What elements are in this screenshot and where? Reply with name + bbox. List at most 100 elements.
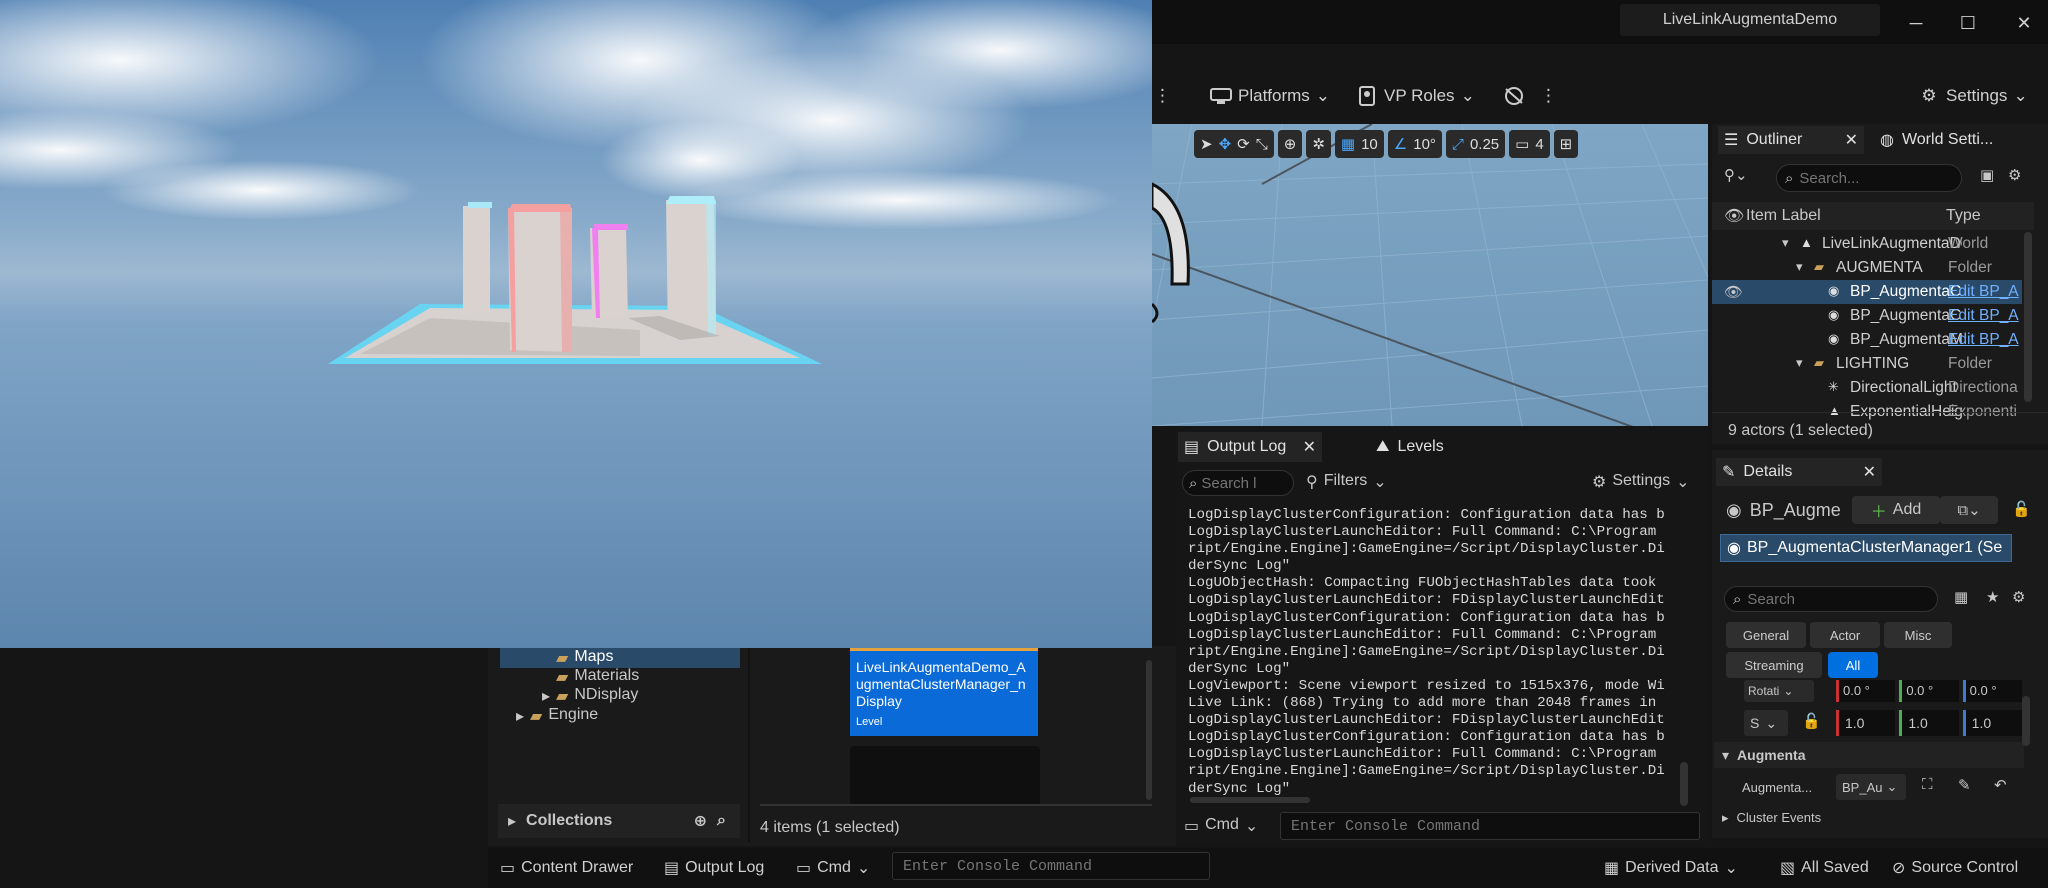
content-vscrollbar[interactable]	[1146, 660, 1152, 800]
rotation-dropdown[interactable]: Rotati ⌄	[1744, 680, 1814, 702]
outliner-row[interactable]: ◉ BP_AugmentaCl Edit BP_A	[1712, 304, 2022, 328]
eye-icon[interactable]: 👁	[1724, 206, 1744, 226]
close-icon[interactable]: ✕	[1863, 462, 1876, 482]
close-icon[interactable]: ✕	[1303, 437, 1316, 457]
content-hscrollbar[interactable]	[760, 804, 1152, 806]
scale-icon[interactable]: ⤡	[1256, 136, 1268, 153]
log-console-input[interactable]	[1280, 812, 1700, 840]
outliner-search[interactable]: ⌕	[1776, 164, 1962, 192]
outliner-row-type[interactable]: Edit BP_A	[1948, 331, 2022, 349]
outliner-search-input[interactable]	[1799, 169, 1930, 187]
content-drawer-button[interactable]: ▭ Content Drawer	[500, 854, 633, 882]
add-collection-icon[interactable]: ⊕	[694, 811, 707, 831]
surface-snap-icon[interactable]: ✲	[1306, 130, 1331, 158]
filter-all[interactable]: All	[1828, 652, 1878, 678]
augmenta-section-header[interactable]: ▾ Augmenta	[1714, 742, 2024, 768]
add-folder-icon[interactable]: ▣	[1980, 166, 1994, 184]
camera-speed-button[interactable]: ▭ 4	[1509, 130, 1550, 158]
close-icon[interactable]: ✕	[2004, 6, 2044, 40]
details-search-input[interactable]	[1747, 590, 1908, 608]
cluster-events-row[interactable]: ▸ Cluster Events	[1722, 810, 1821, 826]
log-vscrollbar[interactable]	[1680, 762, 1688, 806]
outliner-row-type[interactable]: Edit BP_A	[1948, 283, 2022, 301]
log-settings-button[interactable]: ⚙ Settings ⌄	[1592, 472, 1690, 492]
rotation-z[interactable]: 0.0 °	[1962, 680, 2022, 702]
tab-world-settings[interactable]: ◍ World Setti...	[1880, 126, 1993, 154]
add-component-button[interactable]: ＋ Add	[1852, 496, 1940, 524]
tree-item-maps[interactable]: ▰ Maps	[556, 648, 613, 668]
more-options-icon[interactable]: ⋮	[1540, 80, 1557, 112]
output-log-button[interactable]: ▤ Output Log	[664, 854, 764, 882]
col-type[interactable]: Type	[1946, 207, 1981, 225]
scale-dropdown[interactable]: S ⌄	[1744, 710, 1788, 736]
outliner-row[interactable]: ▾ ▰ AUGMENTA Folder	[1712, 256, 2022, 280]
filter-actor[interactable]: Actor	[1810, 622, 1880, 648]
component-row-selected[interactable]: ◉ BP_AugmentaClusterManager1 (Se	[1720, 534, 2012, 562]
scale-y[interactable]: 1.0	[1899, 710, 1959, 736]
gear-icon[interactable]: ⚙	[2008, 166, 2021, 184]
cmd-dropdown[interactable]: ▭ Cmd ⌄	[796, 854, 870, 882]
star-icon[interactable]: ★	[1986, 588, 1999, 606]
select-icon[interactable]: ➤	[1200, 135, 1213, 153]
search-icon[interactable]: ⌕	[717, 812, 726, 830]
maximize-icon[interactable]: ☐	[1948, 6, 1988, 40]
ndisplay-preview-window[interactable]	[0, 0, 1152, 648]
scale-z[interactable]: 1.0	[1962, 710, 2022, 736]
move-icon[interactable]: ✥	[1219, 135, 1232, 153]
rotation-y[interactable]: 0.0 °	[1899, 680, 1959, 702]
scale-x[interactable]: 1.0	[1836, 710, 1896, 736]
outliner-row[interactable]: ▾ ▰ LIGHTING Folder	[1712, 352, 2022, 376]
layout-icon[interactable]: ⊞	[1553, 130, 1579, 158]
chevron-down-icon[interactable]: ▾	[1796, 259, 1803, 275]
eye-icon[interactable]: 👁	[1724, 283, 1743, 301]
asset-tile-selected[interactable]: LiveLinkAugmentaDemo_AugmentaClusterMana…	[850, 648, 1038, 736]
tab-details[interactable]: ✎ Details ✕	[1716, 458, 1882, 486]
col-item-label[interactable]: Item Label	[1746, 207, 1821, 225]
details-scrollbar[interactable]	[2022, 696, 2030, 746]
reset-icon[interactable]: ↶	[1994, 776, 2007, 794]
console-input[interactable]	[892, 852, 1210, 880]
angle-snap-button[interactable]: ∠ 10°	[1387, 130, 1442, 158]
tree-item-materials[interactable]: ▰ Materials	[556, 667, 639, 687]
lock-icon[interactable]: 🔓	[2012, 500, 2031, 518]
log-cmd-dropdown[interactable]: ▭ Cmd ⌄	[1184, 816, 1258, 836]
augmenta-prop-dropdown[interactable]: BP_Au ⌄	[1836, 774, 1906, 800]
tab-levels[interactable]: ⛰ Levels	[1376, 432, 1444, 462]
platforms-button[interactable]: Platforms ⌄	[1210, 80, 1330, 112]
rotation-x[interactable]: 0.0 °	[1836, 680, 1896, 702]
level-viewport[interactable]	[1152, 124, 1708, 426]
chevron-down-icon[interactable]: ▾	[1782, 235, 1789, 251]
log-search[interactable]: ⌕	[1182, 470, 1294, 496]
outliner-row[interactable]: ◉ BP_AugmentaMa Edit BP_A	[1712, 328, 2022, 352]
tree-item-ndisplay[interactable]: ▸ ▰ NDisplay	[542, 686, 638, 706]
chevron-down-icon[interactable]: ▾	[1796, 355, 1803, 371]
log-hscrollbar[interactable]	[1190, 797, 1310, 803]
log-search-input[interactable]	[1201, 474, 1282, 492]
filter-general[interactable]: General	[1726, 622, 1806, 648]
derived-data-button[interactable]: ▦ Derived Data ⌄	[1604, 854, 1738, 882]
outliner-row[interactable]: ✳ DirectionalLight Directiona	[1712, 376, 2022, 400]
filter-streaming[interactable]: Streaming	[1726, 652, 1822, 678]
table-view-icon[interactable]: ▦	[1954, 588, 1968, 606]
outliner-row[interactable]: 👁 ◉ BP_AugmentaCl Edit BP_A	[1712, 280, 2022, 304]
scale-snap-button[interactable]: ⤢ 0.25	[1445, 130, 1506, 158]
tab-outliner[interactable]: ☰ Outliner ✕	[1718, 126, 1864, 154]
more-options-icon[interactable]: ⋮	[1154, 80, 1171, 112]
outliner-row[interactable]: ▾ ▲ LiveLinkAugmentaDe World	[1712, 232, 2022, 256]
lock-icon[interactable]: 🔓	[1802, 712, 1821, 730]
picker-icon[interactable]: ✎	[1958, 776, 1971, 794]
tab-output-log[interactable]: ▤ Output Log ✕	[1178, 432, 1322, 462]
filters-button[interactable]: ⚲ Filters ⌄	[1306, 472, 1387, 492]
filter-misc[interactable]: Misc	[1884, 622, 1952, 648]
tree-item-engine[interactable]: ▸ ▰ Engine	[516, 706, 598, 726]
outliner-row-type[interactable]: Edit BP_A	[1948, 307, 2022, 325]
asset-tile[interactable]	[850, 746, 1040, 806]
vp-roles-button[interactable]: VP Roles ⌄	[1356, 80, 1475, 112]
world-local-icon[interactable]: ⊕	[1277, 130, 1303, 158]
blueprint-options-icon[interactable]: ⧉⌄	[1940, 496, 1998, 524]
gear-icon[interactable]: ⚙	[2012, 588, 2025, 606]
browse-icon[interactable]: ⛶	[1922, 776, 1933, 793]
minimize-icon[interactable]: ─	[1896, 6, 1936, 40]
source-control-button[interactable]: ⊘ Source Control	[1892, 854, 2018, 882]
collections-header[interactable]: ▸ Collections ⊕ ⌕	[498, 804, 740, 838]
